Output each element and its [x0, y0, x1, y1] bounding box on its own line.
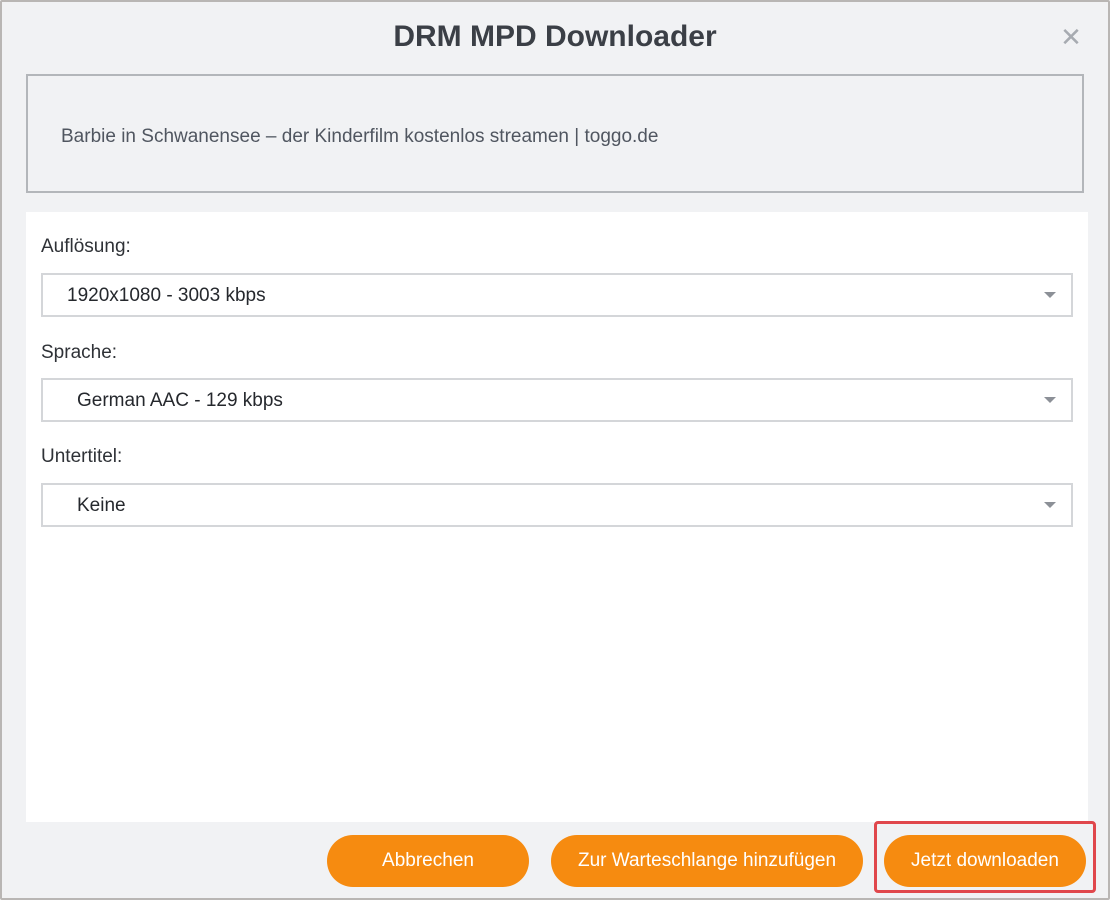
resolution-value: 1920x1080 - 3003 kbps	[67, 285, 266, 306]
resolution-select[interactable]: 1920x1080 - 3003 kbps	[41, 273, 1073, 317]
resolution-label: Auflösung:	[41, 236, 131, 257]
download-button-highlight	[874, 821, 1096, 893]
dialog-title: DRM MPD Downloader	[393, 20, 717, 53]
close-icon[interactable]: ✕	[1056, 22, 1086, 52]
chevron-down-icon	[1044, 292, 1056, 298]
video-title: Barbie in Schwanensee – der Kinderfilm k…	[61, 126, 659, 147]
options-panel: Auflösung: 1920x1080 - 3003 kbps Sprache…	[26, 212, 1088, 822]
subtitles-value: Keine	[77, 495, 126, 516]
subtitles-label: Untertitel:	[41, 446, 123, 467]
language-value: German AAC - 129 kbps	[77, 390, 283, 411]
chevron-down-icon	[1044, 502, 1056, 508]
video-info-box: Barbie in Schwanensee – der Kinderfilm k…	[26, 74, 1084, 193]
downloader-dialog: DRM MPD Downloader ✕ Barbie in Schwanens…	[0, 0, 1110, 900]
language-select[interactable]: German AAC - 129 kbps	[41, 378, 1073, 422]
subtitles-select[interactable]: Keine	[41, 483, 1073, 527]
language-label: Sprache:	[41, 342, 118, 363]
add-to-queue-button[interactable]: Zur Warteschlange hinzufügen	[551, 835, 863, 887]
chevron-down-icon	[1044, 397, 1056, 403]
cancel-button[interactable]: Abbrechen	[327, 835, 529, 887]
